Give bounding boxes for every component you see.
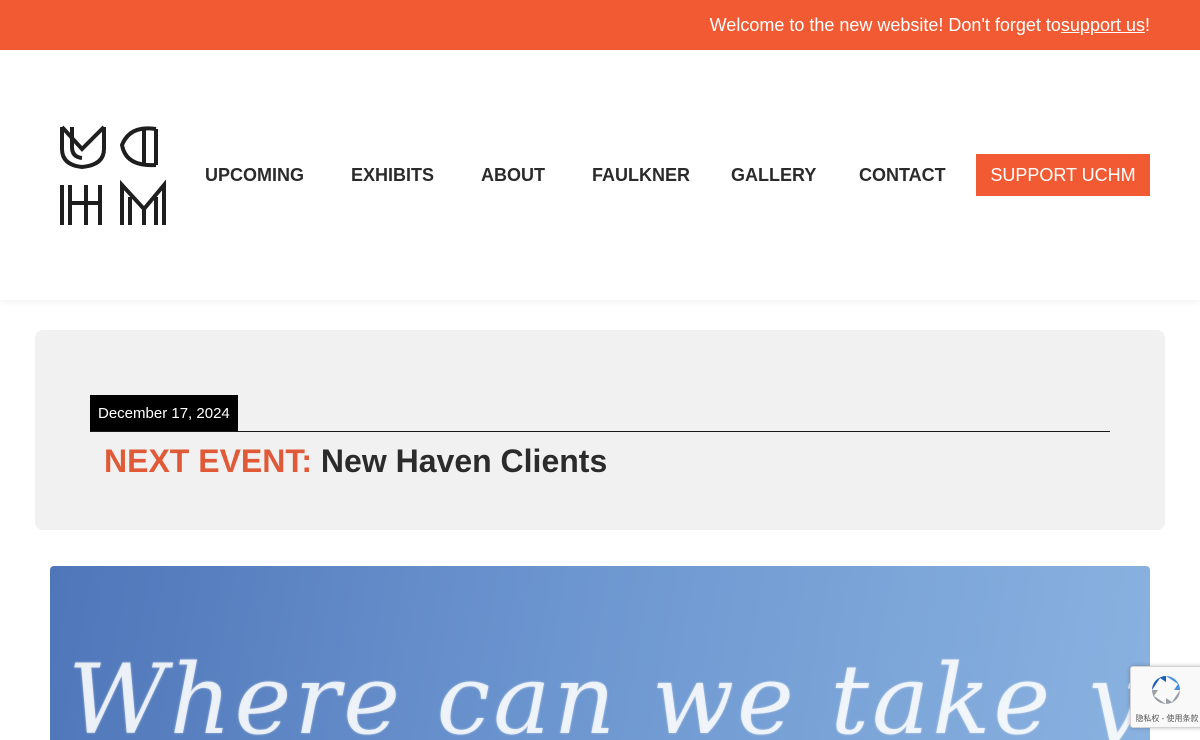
announcement-suffix: ! — [1144, 14, 1150, 35]
nav-item-exhibits[interactable]: EXHIBITS — [351, 154, 434, 196]
event-date-badge: December 17, 2024 — [90, 395, 238, 432]
event-title[interactable]: NEXT EVENT: New Haven Clients — [104, 443, 607, 480]
nav-item-about[interactable]: ABOUT — [481, 154, 545, 196]
announcement-bar: Welcome to the new website! Don't forget… — [0, 0, 1200, 50]
support-uchm-button[interactable]: SUPPORT UCHM — [976, 154, 1150, 196]
recaptcha-icon — [1152, 676, 1180, 704]
uchm-logo-icon — [60, 125, 166, 225]
recaptcha-footer-text: 隐私权 - 使用条款 — [1135, 714, 1199, 723]
event-divider — [90, 431, 1110, 432]
hero-banner: Where can we take you? — [50, 566, 1150, 740]
site-header: UPCOMING EXHIBITS ABOUT FAULKNER GALLERY… — [0, 50, 1200, 300]
nav-item-gallery[interactable]: GALLERY — [731, 154, 816, 196]
nav-item-faulkner[interactable]: FAULKNER — [592, 154, 690, 196]
support-us-link[interactable]: support us — [1061, 15, 1145, 36]
next-event-card[interactable]: December 17, 2024 NEXT EVENT: New Haven … — [35, 330, 1165, 530]
nav-item-upcoming[interactable]: UPCOMING — [205, 154, 304, 196]
nav-item-contact[interactable]: CONTACT — [859, 154, 946, 196]
uchm-logo[interactable] — [60, 125, 166, 227]
event-name: New Haven Clients — [320, 443, 608, 479]
announcement-text: Welcome to the new website! Don't forget… — [709, 14, 1061, 35]
hero-script-text: Where can we take you? — [68, 644, 1150, 740]
recaptcha-badge[interactable]: 隐私权 - 使用条款 — [1130, 666, 1200, 728]
next-event-label: NEXT EVENT: — [104, 443, 313, 479]
